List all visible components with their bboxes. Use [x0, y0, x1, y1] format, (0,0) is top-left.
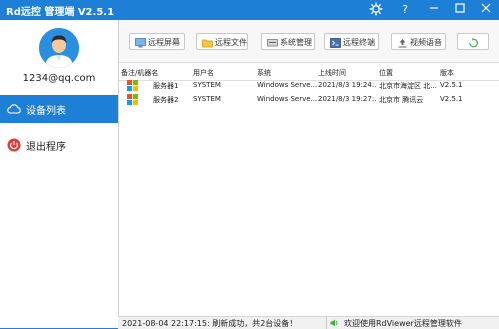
cell-machine-name: 服务器1	[153, 82, 179, 90]
settings-icon[interactable]	[368, 2, 384, 18]
maximize-icon[interactable]	[452, 2, 468, 18]
cell-username: SYSTEM	[193, 81, 221, 89]
cell-online-time: 2021/8/3 19:24:...	[318, 81, 376, 89]
minimize-icon[interactable]	[426, 2, 442, 18]
cloud-icon	[7, 101, 21, 115]
cell-version: V2.5.1	[440, 81, 463, 89]
cell-location: 北京市海淀区 北...	[379, 82, 437, 90]
folder-icon	[202, 37, 213, 48]
system-icon	[267, 37, 278, 47]
button-label: 远程终端	[343, 38, 375, 47]
remote-file-button[interactable]: 远程文件	[196, 33, 248, 50]
sidebar-item-label: 退出程序	[26, 142, 66, 153]
upload-icon	[397, 37, 408, 48]
status-message: 2021-08-04 22:17:15: 刷新成功，共2台设备！	[122, 319, 298, 328]
sidebar-item-exit[interactable]: 退出程序	[0, 131, 118, 159]
toolbar: 远程屏幕 远程文件 系统管理 远程终端 视频语音	[119, 20, 499, 63]
monitor-icon	[135, 37, 146, 48]
title-bar: Rd远控 管理端 V2.5.1 ?	[0, 0, 499, 20]
terminal-icon	[330, 37, 341, 48]
cell-online-time: 2021/8/3 19:27:...	[318, 95, 376, 103]
column-header[interactable]: 用户名	[193, 68, 253, 78]
column-header[interactable]: 版本	[440, 68, 480, 78]
power-icon	[7, 137, 21, 152]
sidebar: 1234@qq.com 设备列表 退出程序	[0, 20, 118, 328]
refresh-button[interactable]	[457, 33, 489, 50]
windows-icon	[127, 94, 138, 105]
column-header[interactable]: 备注/机器名	[121, 68, 189, 78]
cell-system: Windows Serve...	[257, 81, 317, 89]
app-title: Rd远控 管理端 V2.5.1	[6, 7, 115, 18]
refresh-icon	[468, 37, 479, 48]
video-voice-button[interactable]: 视频语音	[391, 33, 446, 50]
cell-system: Windows Serve...	[257, 95, 317, 103]
remote-screen-button[interactable]: 远程屏幕	[129, 33, 185, 50]
help-icon[interactable]: ?	[397, 2, 413, 18]
button-label: 视频语音	[410, 38, 442, 47]
user-email: 1234@qq.com	[22, 73, 96, 84]
button-label: 远程屏幕	[148, 38, 180, 47]
speaker-icon	[330, 319, 339, 327]
sidebar-item-device-list[interactable]: 设备列表	[0, 95, 118, 123]
status-bar: 2021-08-04 22:17:15: 刷新成功，共2台设备！ 欢迎使用RdV…	[118, 316, 499, 329]
avatar	[39, 28, 79, 68]
welcome-message: 欢迎使用RdViewer远程管理软件	[344, 319, 462, 328]
sidebar-item-label: 设备列表	[26, 106, 66, 117]
table-row[interactable]: 服务器2 SYSTEM Windows Serve... 2021/8/3 19…	[119, 93, 499, 107]
cell-username: SYSTEM	[193, 95, 221, 103]
cell-machine-name: 服务器2	[153, 96, 179, 104]
cell-version: V2.5.1	[440, 95, 463, 103]
column-header[interactable]: 位置	[379, 68, 437, 78]
column-header[interactable]: 上线时间	[318, 68, 374, 78]
close-icon[interactable]	[478, 2, 494, 18]
table-row[interactable]: 服务器1 SYSTEM Windows Serve... 2021/8/3 19…	[119, 79, 499, 93]
status-divider	[326, 317, 327, 329]
windows-icon	[127, 80, 138, 91]
system-manage-button[interactable]: 系统管理	[261, 33, 315, 50]
main-panel: 远程屏幕 远程文件 系统管理 远程终端 视频语音 备注/机器名 用户名 系统 上…	[118, 20, 499, 316]
button-label: 远程文件	[215, 38, 247, 47]
button-label: 系统管理	[280, 38, 312, 47]
remote-terminal-button[interactable]: 远程终端	[324, 33, 379, 50]
cell-location: 北京市 腾讯云	[379, 96, 424, 104]
column-header[interactable]: 系统	[257, 68, 315, 78]
